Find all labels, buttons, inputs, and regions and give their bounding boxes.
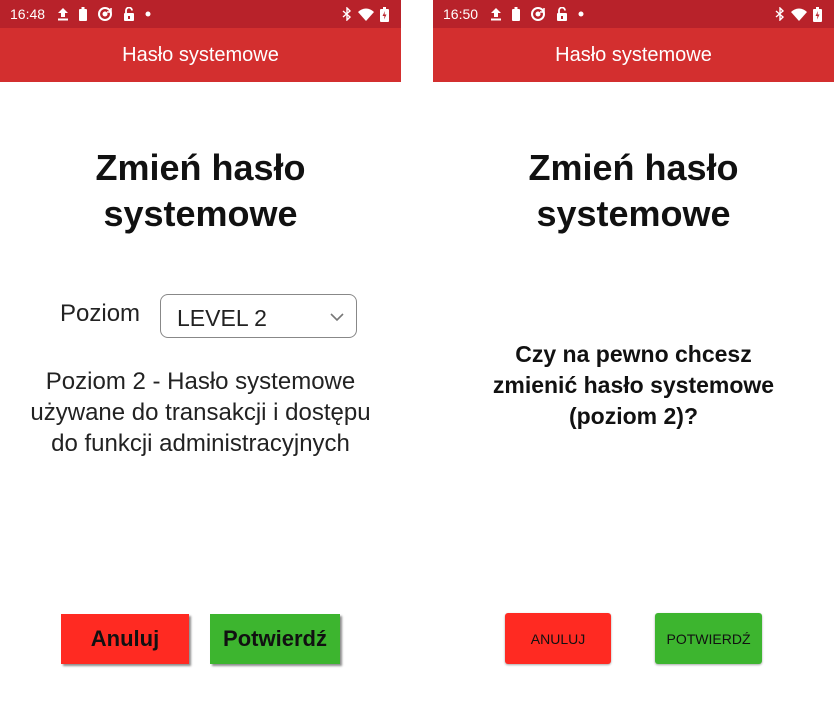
app-bar-title: Hasło systemowe [433, 28, 834, 82]
battery-saver-icon [512, 7, 521, 21]
status-bar: 16:48 [0, 0, 401, 28]
heading-line: Zmień hasło [528, 147, 739, 188]
sync-icon [530, 6, 546, 22]
description-line: Poziom 2 - Hasło systemowe [45, 368, 356, 395]
question-line: (poziom 2)? [568, 403, 699, 429]
status-bar: 16:50 [433, 0, 834, 28]
wifi-icon [358, 8, 374, 21]
page-heading: Zmień hasło systemowe [0, 145, 401, 237]
status-time: 16:48 [10, 6, 46, 22]
level-row: Poziom LEVEL 2 [0, 294, 401, 340]
cancel-button[interactable]: Anuluj [61, 614, 189, 664]
dot-icon [578, 11, 584, 17]
status-time: 16:50 [443, 6, 479, 22]
question-line: zmienić hasło systemowe [492, 372, 775, 398]
heading-line: Zmień hasło [95, 147, 306, 188]
sync-icon [97, 6, 113, 22]
battery-saver-icon [79, 7, 88, 21]
page-heading: Zmień hasło systemowe [433, 145, 834, 237]
description-line: do funkcji administracyjnych [51, 430, 350, 457]
upload-icon [490, 7, 502, 21]
level-description: Poziom 2 - Hasło systemowe używane do tr… [6, 366, 395, 459]
app-bar-title: Hasło systemowe [0, 28, 401, 82]
screen-confirmation: 16:50 Hasło systemowe Zmień hasło system… [433, 0, 834, 711]
heading-line: systemowe [536, 193, 731, 234]
battery-icon [813, 6, 822, 22]
heading-line: systemowe [103, 193, 298, 234]
chevron-down-icon [330, 309, 344, 327]
level-label: Poziom [60, 300, 141, 327]
wifi-icon [791, 8, 807, 21]
question-line: Czy na pewno chcesz [515, 341, 752, 367]
unlock-icon [556, 7, 568, 21]
dot-icon [145, 11, 151, 17]
description-line: używane do transakcji i dostępu [30, 399, 371, 426]
confirm-button[interactable]: POTWIERDŹ [655, 613, 762, 664]
level-dropdown-value: LEVEL 2 [177, 305, 267, 331]
upload-icon [57, 7, 69, 21]
battery-icon [380, 6, 389, 22]
unlock-icon [123, 7, 135, 21]
confirm-button[interactable]: Potwierdź [210, 614, 340, 664]
cancel-button[interactable]: ANULUJ [505, 613, 611, 664]
confirmation-question: Czy na pewno chcesz zmienić hasło system… [453, 339, 814, 432]
bluetooth-icon [342, 7, 352, 21]
screen-level-selection: 16:48 Hasło systemowe Zmień hasło system… [0, 0, 401, 711]
level-dropdown[interactable]: LEVEL 2 [160, 294, 357, 338]
bluetooth-icon [775, 7, 785, 21]
